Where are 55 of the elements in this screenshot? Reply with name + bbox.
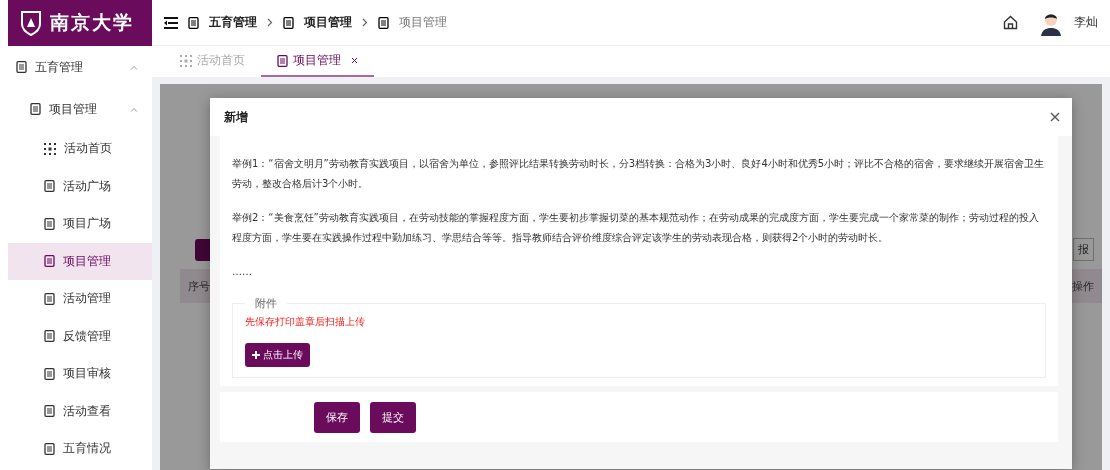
document-icon	[44, 330, 55, 343]
plus-icon	[252, 351, 260, 359]
column-header: 操作	[1072, 278, 1094, 294]
sidebar-item[interactable]: 项目管理	[8, 88, 152, 130]
sidebar-item[interactable]: 项目审核	[8, 355, 152, 393]
document-icon	[44, 217, 55, 230]
paragraph: 举例1：“宿舍文明月”劳动教育实践项目，以宿舍为单位，参照评比结果转换劳动时长，分3档转换：合格为3小时、良好4小时和优秀5小时；评比不合格的宿舍，要求继续开展宿舍卫生劳动，整改合格后计3个小时。	[232, 157, 1046, 191]
menu-icon[interactable]	[164, 16, 178, 29]
sidebar-item[interactable]: 五育情况	[8, 430, 152, 468]
attachment-legend: 附件	[245, 296, 287, 311]
toolbar-button[interactable]: 报	[1073, 238, 1094, 261]
sidebar-item[interactable]: 活动首页	[8, 130, 152, 168]
logo: 南京大学	[8, 0, 152, 46]
tab[interactable]: 项目管理	[261, 46, 374, 77]
action-button[interactable]: 保存	[314, 401, 360, 433]
document-icon	[30, 103, 41, 115]
breadcrumb-item[interactable]: 项目管理	[399, 14, 447, 31]
home-icon[interactable]	[1003, 15, 1018, 30]
chevron-icon	[362, 18, 368, 27]
breadcrumb-item[interactable]: 项目管理	[304, 14, 352, 31]
close-button[interactable]	[1050, 112, 1060, 122]
sidebar-item[interactable]: 反馈管理	[8, 317, 152, 355]
sidebar-item[interactable]: 活动广场	[8, 167, 152, 205]
sidebar-item[interactable]: 项目广场	[8, 205, 152, 243]
caret-icon	[130, 106, 138, 112]
shield-icon	[20, 10, 42, 36]
column-header: 序号	[188, 278, 210, 294]
breadcrumb-item[interactable]: 五育管理	[209, 14, 257, 31]
document-icon	[378, 16, 389, 29]
document-icon	[188, 16, 199, 29]
user-name[interactable]: 李灿	[1074, 14, 1098, 31]
document-icon	[16, 61, 27, 73]
caret-icon	[130, 64, 138, 70]
action-button[interactable]: 提交	[370, 401, 416, 433]
grid-icon	[44, 142, 56, 155]
chevron-icon	[267, 18, 273, 27]
upload-notice: 先保存打印盖章后扫描上传	[245, 315, 365, 329]
paragraph: 举例2：“美食烹饪”劳动教育实践项目，在劳动技能的掌握程度方面，学生要初步掌握切菜的基本规范动作；在劳动成果的完成度方面，学生要完成一个家常菜的制作；劳动过程的投入程度方面，学生要在实践操作过程中勤加练习、学思结合等等。指导教师结合评价维度综合评定该学生的劳动表现合格，则获得2个小时的劳动时长。	[232, 211, 1040, 245]
sidebar-item[interactable]: 五育管理	[8, 46, 152, 88]
document-icon	[277, 54, 288, 67]
document-icon	[44, 405, 55, 418]
upload-button[interactable]: 点击上传	[245, 343, 310, 367]
sidebar-item[interactable]: 活动管理	[8, 280, 152, 318]
document-icon	[44, 255, 55, 268]
document-icon	[44, 180, 55, 193]
dialog-title: 新增	[224, 108, 248, 126]
sidebar-item[interactable]: 项目管理	[8, 242, 152, 280]
document-icon	[283, 16, 294, 29]
sidebar-item[interactable]: 活动查看	[8, 392, 152, 430]
paragraph: ……	[232, 265, 253, 279]
document-icon	[44, 292, 55, 305]
document-icon	[44, 442, 55, 455]
document-icon	[44, 367, 55, 380]
close-icon[interactable]	[351, 57, 358, 64]
grid-icon	[180, 54, 192, 67]
